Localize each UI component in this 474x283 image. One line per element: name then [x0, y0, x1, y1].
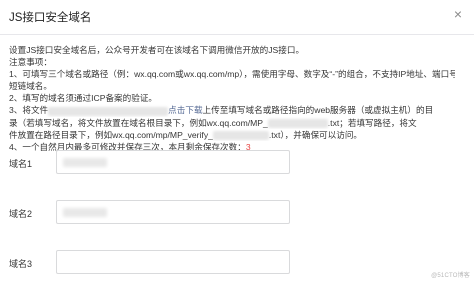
- note-3-path-example: 件放置在路径目录下，例如wx.qq.com/mp/MP_verify_: [9, 129, 213, 140]
- domain-row-1: 域名1: [9, 150, 459, 176]
- note-3-cont-1: 录（若填写域名，将文件放置在域名根目录下，例如wx.qq.com/MP_ .txt…: [9, 117, 455, 129]
- domain-row-3: 域名3: [9, 250, 459, 276]
- domain-3-label: 域名3: [9, 259, 33, 269]
- instruction-intro: 设置JS接口安全域名后，公众号开发者可在该域名下调用微信开放的JS接口。: [9, 45, 305, 55]
- close-icon[interactable]: ×: [450, 6, 466, 22]
- domain-1-label: 域名1: [9, 159, 33, 169]
- domain-3-input[interactable]: [56, 250, 290, 274]
- redacted-domain-2: [63, 208, 107, 217]
- domain-2-label: 域名2: [9, 209, 33, 219]
- note-1: 1、可填写三个域名或路径（例：wx.qq.com或wx.qq.com/mp），需…: [9, 69, 455, 80]
- dialog-header: JS接口安全域名 ×: [0, 0, 474, 35]
- domain-1-input[interactable]: [56, 150, 290, 174]
- note-3-root-example: 录（若填写域名，将文件放置在域名根目录下，例如wx.qq.com/MP_: [9, 117, 268, 128]
- redacted-filename: [267, 118, 328, 128]
- note-3-root-example-end: .txt；若填写路径，将文: [327, 117, 417, 128]
- note-3-cont-2: 件放置在路径目录下，例如wx.qq.com/mp/MP_verify_ .txt）…: [9, 129, 455, 141]
- redacted-filename: [212, 130, 269, 140]
- redacted-domain-1: [63, 158, 107, 167]
- watermark: @51CTO博客: [431, 273, 470, 279]
- domain-2-input[interactable]: [56, 200, 290, 224]
- download-link[interactable]: 点击下载: [168, 105, 202, 115]
- domain-row-2: 域名2: [9, 200, 459, 226]
- note-3-path-example-end: .txt），并确保可以访问。: [268, 129, 363, 140]
- dialog-title: JS接口安全域名: [9, 12, 92, 24]
- note-3: 3、将文件 点击下载上传至填写域名或路径指向的web服务器（或虚拟主机）的目: [9, 104, 455, 116]
- note-3-text: 上传至填写域名或路径指向的web服务器（或虚拟主机）的目: [202, 105, 434, 116]
- redacted-filename: [48, 106, 169, 116]
- note-2: 2、填写的域名须通过ICP备案的验证。: [9, 93, 158, 104]
- note-1-cont: 短链域名。: [9, 81, 52, 92]
- note-3-prefix: 3、将文件: [9, 105, 49, 116]
- notes-heading: 注意事项：: [9, 57, 52, 68]
- js-domain-dialog: JS接口安全域名 × 设置JS接口安全域名后，公众号开发者可在该域名下调用微信开…: [0, 0, 474, 283]
- instructions: 设置JS接口安全域名后，公众号开发者可在该域名下调用微信开放的JS接口。 注意事…: [9, 44, 455, 153]
